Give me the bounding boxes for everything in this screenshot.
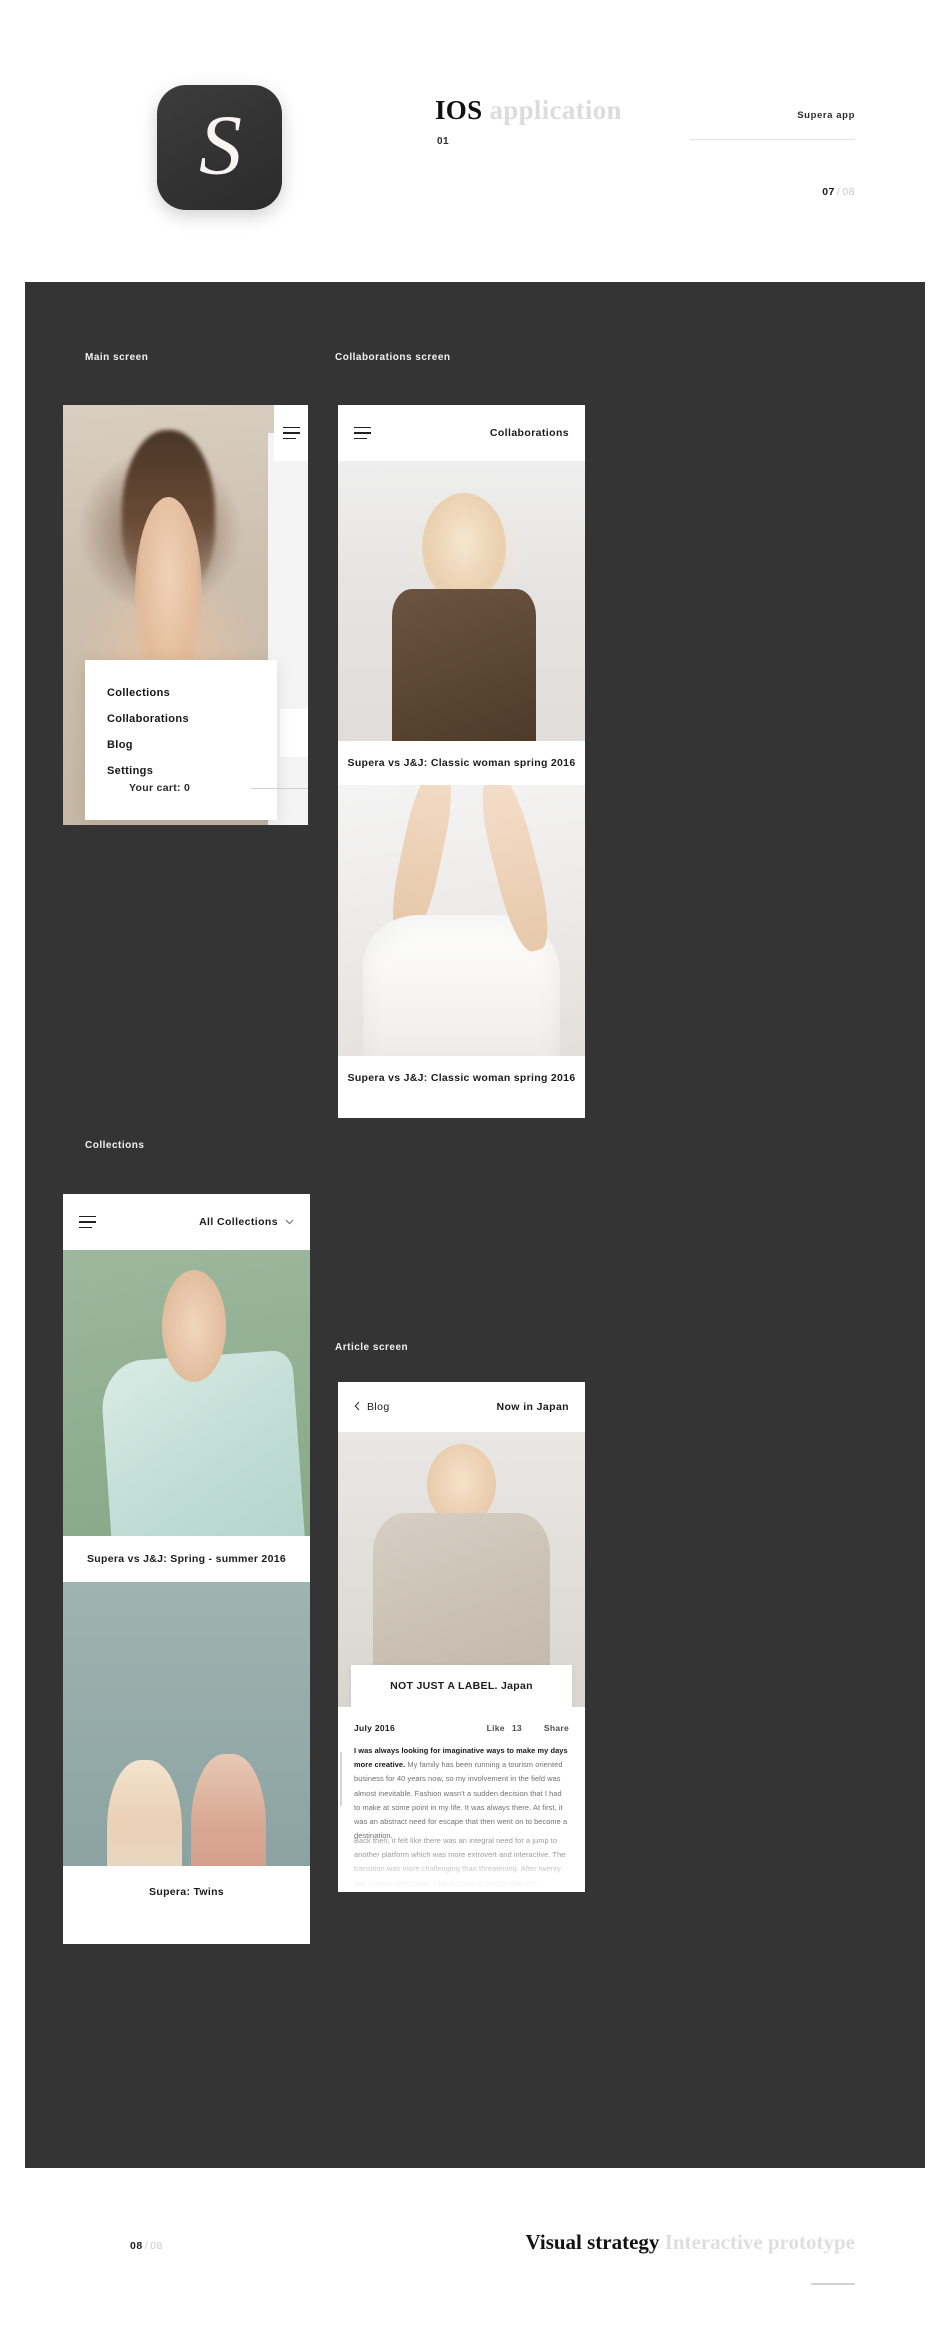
hamburger-icon[interactable] [282, 426, 300, 440]
back-label: Blog [367, 1401, 390, 1413]
collections-screen-phone: All Collections Supera vs J&J: Spring - … [63, 1194, 310, 1944]
page-title-main: IOS [435, 95, 483, 125]
cart-row[interactable]: Your cart: 0 [129, 782, 308, 794]
collection-card-image-1[interactable] [63, 1250, 310, 1580]
main-screen-menu-card: Collections Collaborations Blog Settings… [85, 660, 308, 820]
header-divider [690, 139, 855, 140]
project-label: Supera app [797, 110, 855, 121]
article-paragraph-two: Back then, it felt like there was an int… [354, 1836, 566, 1888]
collaboration-card-image-1[interactable] [338, 461, 585, 781]
collection-card-caption-1[interactable]: Supera vs J&J: Spring - summer 2016 [63, 1536, 310, 1582]
slide-footer: 08/08 Visual strategy Interactive protot… [0, 2168, 950, 2344]
footer-title-muted: Interactive prototype [664, 2230, 855, 2254]
footer-page-total: 08 [150, 2240, 163, 2252]
menu-item-blog[interactable]: Blog [107, 739, 133, 751]
footer-page-current: 08 [130, 2240, 143, 2252]
footer-page-indicator: 08/08 [130, 2240, 163, 2252]
main-screen-phone: Collections Collaborations Blog Settings… [63, 405, 308, 825]
article-meta-row: July 2016 Like 13 Share [338, 1719, 585, 1737]
article-hero-caption: NOT JUST A LABEL. Japan [351, 1665, 572, 1707]
article-paragraph-one: I was always looking for imaginative way… [354, 1744, 569, 1843]
section-label-collections: Collections [85, 1140, 145, 1151]
dark-stage: Main screen Collaborations screen Collec… [25, 282, 925, 2168]
hamburger-icon[interactable] [354, 426, 371, 440]
collaboration-card-caption-2[interactable]: Supera vs J&J: Classic woman spring 2016 [338, 1056, 585, 1100]
hamburger-icon[interactable] [79, 1215, 96, 1229]
like-button[interactable]: Like 13 [487, 1723, 522, 1733]
like-count: 13 [511, 1723, 522, 1733]
collaboration-card-caption-1[interactable]: Supera vs J&J: Classic woman spring 2016 [338, 741, 585, 785]
page-title: IOS application [435, 95, 622, 126]
section-label-main-screen: Main screen [85, 352, 149, 363]
footer-title-main: Visual strategy [525, 2230, 660, 2254]
main-screen-secondary-panel [280, 709, 308, 757]
menu-item-collaborations[interactable]: Collaborations [107, 713, 189, 725]
main-screen-nav-bar[interactable] [274, 405, 308, 461]
article-nav-title: Now in Japan [496, 1401, 569, 1413]
page-title-muted: application [489, 95, 622, 125]
back-link[interactable]: Blog [354, 1398, 390, 1416]
page-total: 08 [842, 186, 855, 198]
collaborations-nav-title: Collaborations [489, 427, 569, 439]
share-button[interactable]: Share [544, 1723, 569, 1733]
section-label-collaborations-screen: Collaborations screen [335, 352, 451, 363]
article-date: July 2016 [354, 1723, 395, 1733]
menu-item-settings[interactable]: Settings [107, 765, 153, 777]
cart-label: Your cart: 0 [129, 782, 191, 794]
slide-header: S IOS application 01 Supera app 07/08 [0, 0, 950, 282]
collection-card-caption-2[interactable]: Supera: Twins [63, 1866, 310, 1918]
collections-nav-bar: All Collections [63, 1194, 310, 1250]
article-paragraph-rest: My family has been running a tourism ori… [354, 1760, 568, 1841]
page-separator: / [836, 186, 841, 198]
collection-card-image-2[interactable] [63, 1582, 310, 1912]
collections-filter[interactable]: All Collections [199, 1216, 294, 1228]
like-label: Like [486, 1723, 505, 1733]
page-indicator: 07/08 [822, 186, 855, 198]
app-icon: S [157, 85, 282, 210]
article-actions: Like 13 Share [487, 1723, 569, 1733]
page-current: 07 [822, 186, 835, 198]
collaborations-nav-bar: Collaborations [338, 405, 585, 461]
cart-divider [251, 787, 308, 789]
collections-filter-label: All Collections [199, 1216, 278, 1228]
collaborations-screen-phone: Collaborations Supera vs J&J: Classic wo… [338, 405, 585, 1118]
app-icon-glyph: S [199, 96, 242, 193]
chevron-left-icon[interactable] [354, 1398, 360, 1416]
menu-item-collections[interactable]: Collections [107, 687, 170, 699]
footer-title: Visual strategy Interactive prototype [525, 2230, 855, 2255]
footer-page-separator: / [144, 2240, 149, 2252]
footer-divider [811, 2283, 855, 2285]
slide-number: 01 [437, 136, 449, 147]
article-scrollbar[interactable] [340, 1752, 342, 1806]
section-label-article-screen: Article screen [335, 1342, 409, 1353]
article-nav-bar: Blog Now in Japan [338, 1382, 585, 1432]
collaboration-card-image-2[interactable] [338, 785, 585, 1095]
article-screen-phone: Blog Now in Japan NOT JUST A LABEL. Japa… [338, 1382, 585, 1892]
chevron-down-icon[interactable] [285, 1219, 294, 1225]
